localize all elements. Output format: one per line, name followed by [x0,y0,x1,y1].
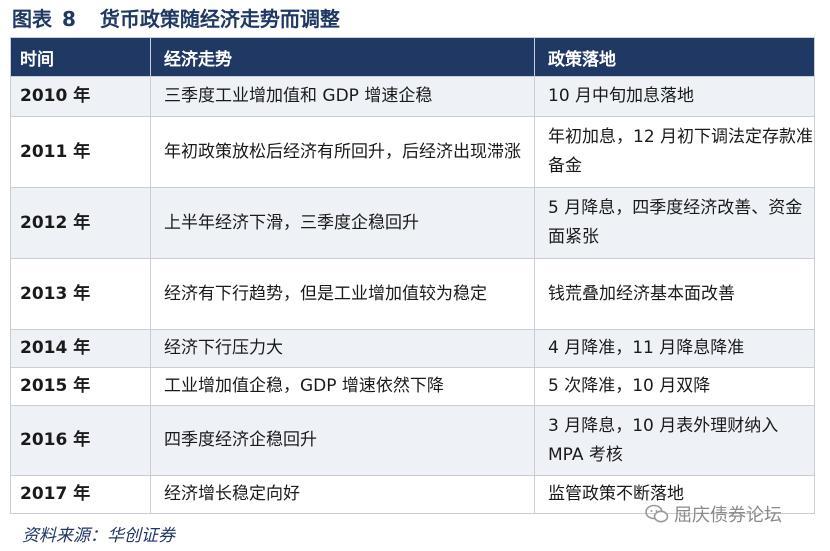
watermark: 屈庆债券论坛 [645,501,782,527]
watermark-text: 屈庆债券论坛 [674,505,782,526]
table-row: 2012 年 上半年经济下滑，三季度企稳回升 5 月降息，四季度经济改善、资金面… [10,187,815,259]
table-row: 2013 年 经济有下行趋势，但是工业增加值较为稳定 钱荒叠加经济基本面改善 [10,258,815,330]
economy-cell: 三季度工业增加值和 GDP 增速企稳 [150,76,535,117]
year-cell: 2012 年 [10,187,151,259]
table-row: 2011 年 年初政策放松后经济有所回升，后经济出现滞涨 年初加息，12 月初下… [10,116,815,188]
table-row: 2016 年 四季度经济企稳回升 3 月降息，10 月表外理财纳入 MPA 考核 [10,405,815,476]
figure-title: 图表 8 货币政策随经济走势而调整 [12,2,340,36]
economy-cell: 工业增加值企稳，GDP 增速依然下降 [150,367,535,406]
table-row: 2015 年 工业增加值企稳，GDP 增速依然下降 5 次降准，10 月双降 [10,367,815,406]
policy-cell: 钱荒叠加经济基本面改善 [534,258,815,330]
header-time: 时间 [10,37,151,77]
year-cell: 2015 年 [10,367,151,406]
header-economy: 经济走势 [150,37,535,77]
policy-cell: 4 月降准，11 月降息降准 [534,329,815,368]
table-row: 2014 年 经济下行压力大 4 月降准，11 月降息降准 [10,329,815,368]
table-header-row: 时间 经济走势 政策落地 [10,37,815,77]
economy-cell: 年初政策放松后经济有所回升，后经济出现滞涨 [150,116,535,188]
year-cell: 2016 年 [10,405,151,476]
economy-cell: 上半年经济下滑，三季度企稳回升 [150,187,535,259]
policy-cell: 10 月中旬加息落地 [534,76,815,117]
economy-cell: 经济增长稳定向好 [150,475,535,514]
figure-label: 图表 [12,7,52,31]
header-policy: 政策落地 [534,37,815,77]
year-cell: 2011 年 [10,116,151,188]
policy-cell: 年初加息，12 月初下调法定存款准备金 [534,116,815,188]
year-cell: 2013 年 [10,258,151,330]
wechat-icon [645,504,669,523]
figure-caption: 货币政策随经济走势而调整 [99,7,340,31]
year-cell: 2017 年 [10,475,151,514]
economy-cell: 经济下行压力大 [150,329,535,368]
policy-cell: 5 月降息，四季度经济改善、资金面紧张 [534,187,815,259]
economy-cell: 经济有下行趋势，但是工业增加值较为稳定 [150,258,535,330]
year-cell: 2014 年 [10,329,151,368]
policy-cell: 3 月降息，10 月表外理财纳入 MPA 考核 [534,405,815,476]
policy-table: 时间 经济走势 政策落地 2010 年 三季度工业增加值和 GDP 增速企稳 1… [10,37,815,514]
table-row: 2010 年 三季度工业增加值和 GDP 增速企稳 10 月中旬加息落地 [10,76,815,117]
policy-cell: 5 次降准，10 月双降 [534,367,815,406]
year-cell: 2010 年 [10,76,151,117]
figure-number: 8 [62,7,76,31]
source-note: 资料来源：华创证券 [22,526,175,546]
economy-cell: 四季度经济企稳回升 [150,405,535,476]
